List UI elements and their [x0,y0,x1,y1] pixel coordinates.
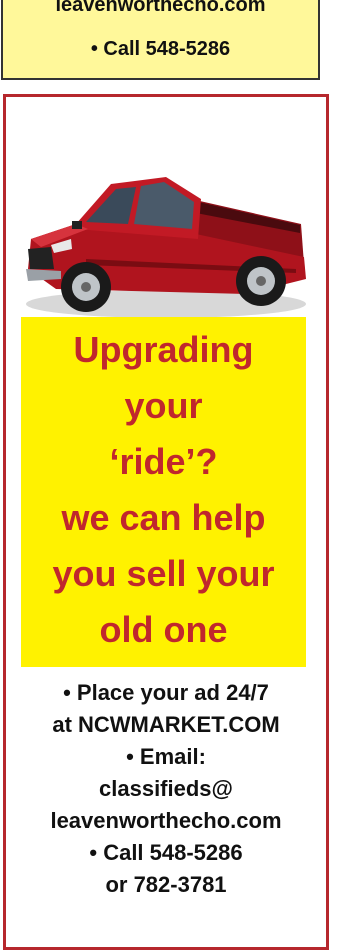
headline-panel: Upgrading your ‘ride’? we can help you s… [21,317,306,667]
top-classified-box: leavenworthecho.com • Call 548-5286 [1,0,320,80]
contact-line-5: leavenworthecho.com [50,808,282,833]
headline-line-4: we can help [61,497,266,538]
ride-ad-panel: Upgrading your ‘ride’? we can help you s… [3,94,329,950]
top-email-line: leavenworthecho.com [55,0,266,16]
contact-line-3: • Email: [126,744,206,769]
headline-line-5: you sell your [52,553,275,594]
red-pickup-truck-image [26,177,306,318]
contact-line-4: classifieds@ [99,776,233,801]
headline-line-2: your [124,385,203,426]
contact-line-7: or 782-3781 [105,872,227,897]
contact-line-2: at NCWMARKET.COM [52,712,280,737]
top-phone-line: • Call 548-5286 [90,38,231,60]
contact-line-1: • Place your ad 24/7 [63,680,269,705]
headline-line-3: ‘ride’? [109,441,218,482]
contact-line-6: • Call 548-5286 [89,840,243,865]
headline-line-6: old one [99,609,228,650]
headline-line-1: Upgrading [73,329,254,370]
